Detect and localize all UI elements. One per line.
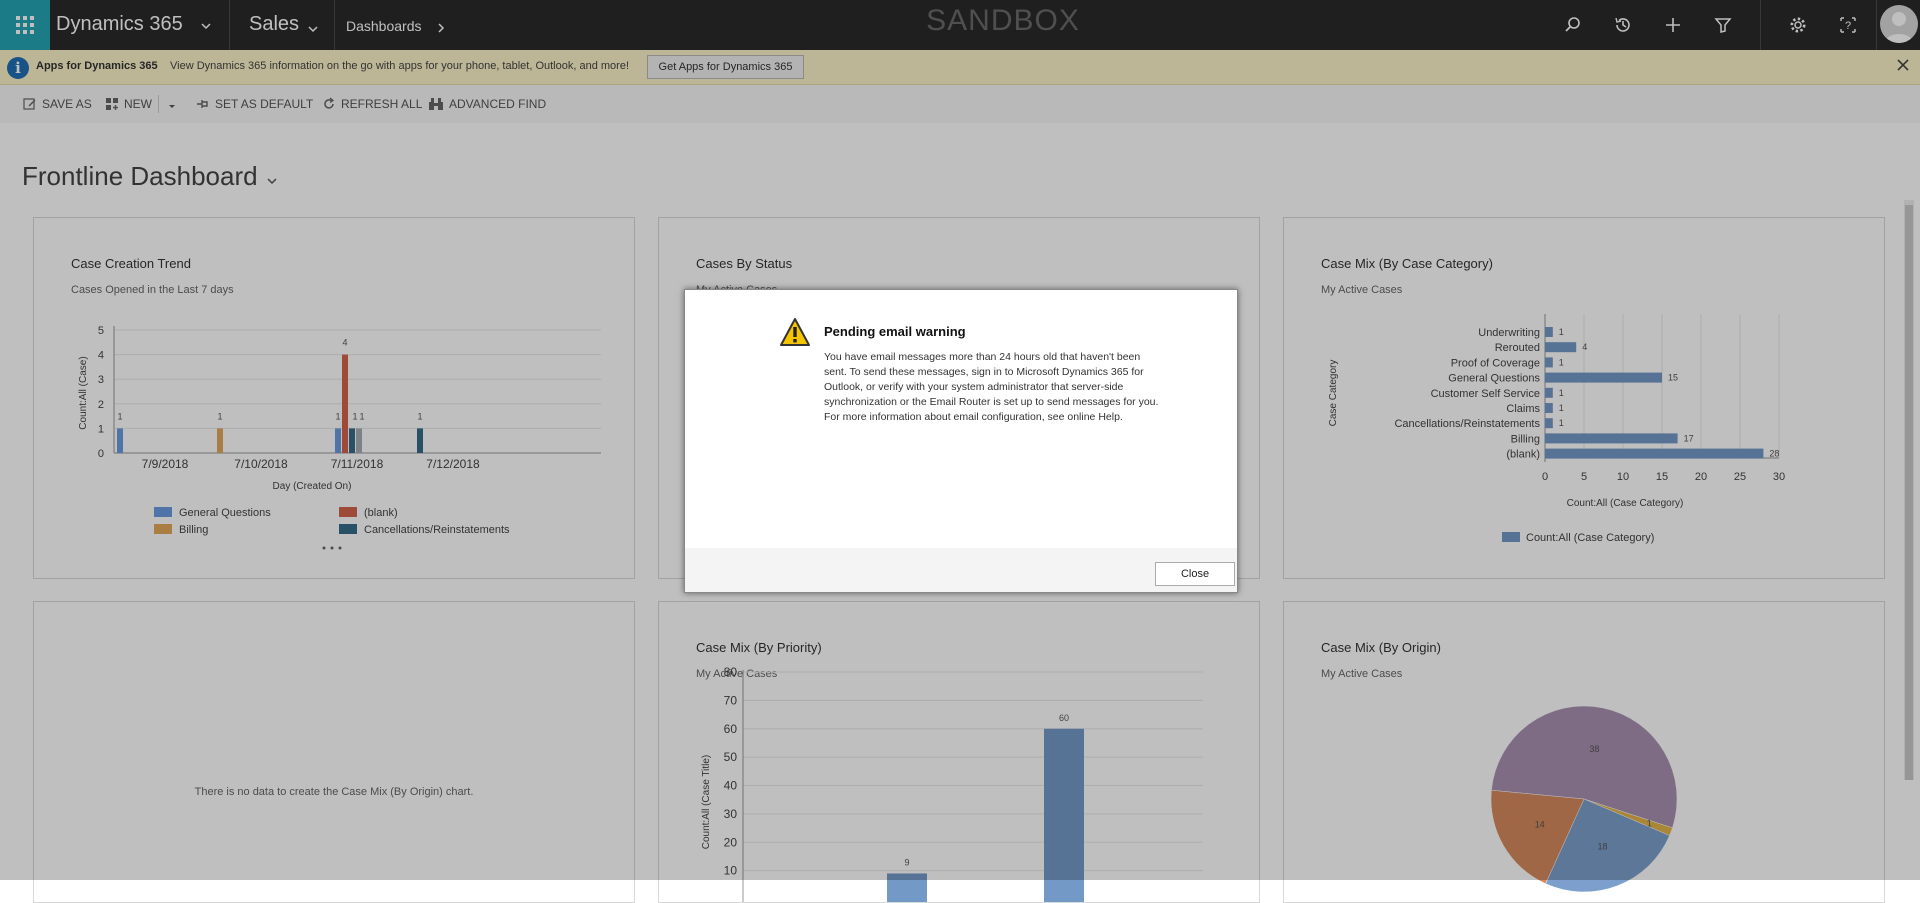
dialog-title: Pending email warning: [824, 324, 966, 339]
dialog-body: You have email messages more than 24 hou…: [824, 351, 1159, 423]
close-button[interactable]: Close: [1155, 562, 1235, 586]
warning-icon: [779, 317, 811, 351]
pending-email-warning-dialog: Pending email warning You have email mes…: [684, 289, 1238, 593]
